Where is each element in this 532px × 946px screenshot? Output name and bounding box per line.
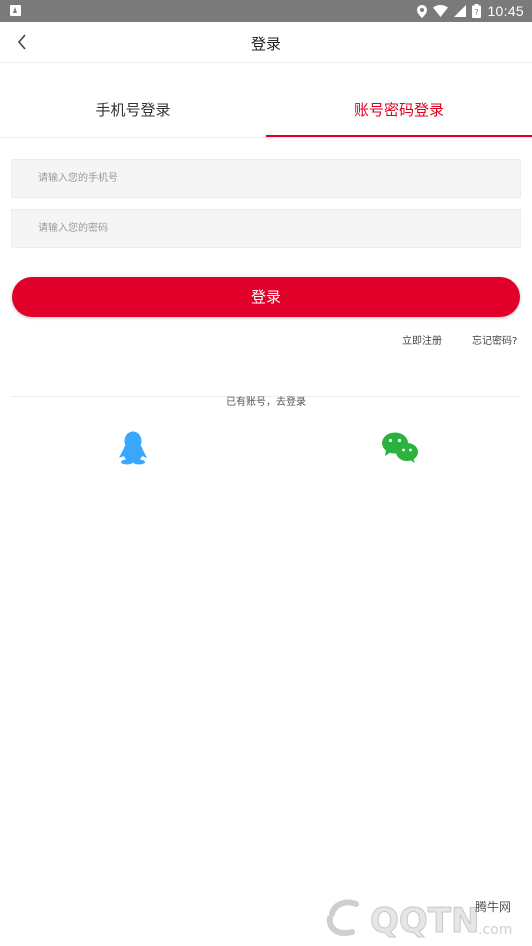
battery-icon: ? bbox=[472, 4, 482, 18]
divider-label-wrap: 已有账号，去登录 bbox=[0, 390, 532, 409]
status-bar-right: ? 10:45 bbox=[417, 0, 524, 22]
wechat-login-button[interactable] bbox=[380, 428, 420, 468]
tab-account-login[interactable]: 账号密码登录 bbox=[266, 86, 532, 137]
watermark-text: 腾牛网 bbox=[475, 900, 512, 914]
login-button[interactable]: 登录 bbox=[12, 277, 520, 317]
wechat-icon bbox=[382, 432, 418, 463]
nav-bar: 登录 bbox=[0, 22, 532, 63]
page-title: 登录 bbox=[250, 35, 281, 53]
svg-text:.com: .com bbox=[478, 922, 512, 938]
phone-input[interactable] bbox=[12, 160, 520, 197]
signal-icon bbox=[454, 5, 467, 17]
clock: 10:45 bbox=[487, 3, 524, 19]
qq-login-button[interactable] bbox=[113, 428, 153, 468]
wifi-icon bbox=[433, 5, 449, 17]
phone-field-container bbox=[11, 159, 521, 198]
forgot-password-link[interactable]: 忘记密码? bbox=[472, 332, 517, 347]
password-field-container bbox=[11, 209, 521, 248]
location-icon bbox=[417, 4, 428, 18]
register-link[interactable]: 立即注册 bbox=[402, 332, 442, 347]
qq-icon bbox=[119, 431, 147, 465]
status-bar: ? 10:45 bbox=[0, 0, 532, 22]
svg-text:?: ? bbox=[475, 8, 479, 17]
login-tabs: 手机号登录 账号密码登录 bbox=[0, 86, 532, 138]
divider-label: 已有账号，去登录 bbox=[220, 397, 312, 408]
tab-phone-login[interactable]: 手机号登录 bbox=[0, 86, 266, 135]
password-input[interactable] bbox=[12, 210, 520, 247]
notification-icon bbox=[10, 5, 21, 16]
svg-text:QQTN: QQTN bbox=[370, 901, 479, 941]
